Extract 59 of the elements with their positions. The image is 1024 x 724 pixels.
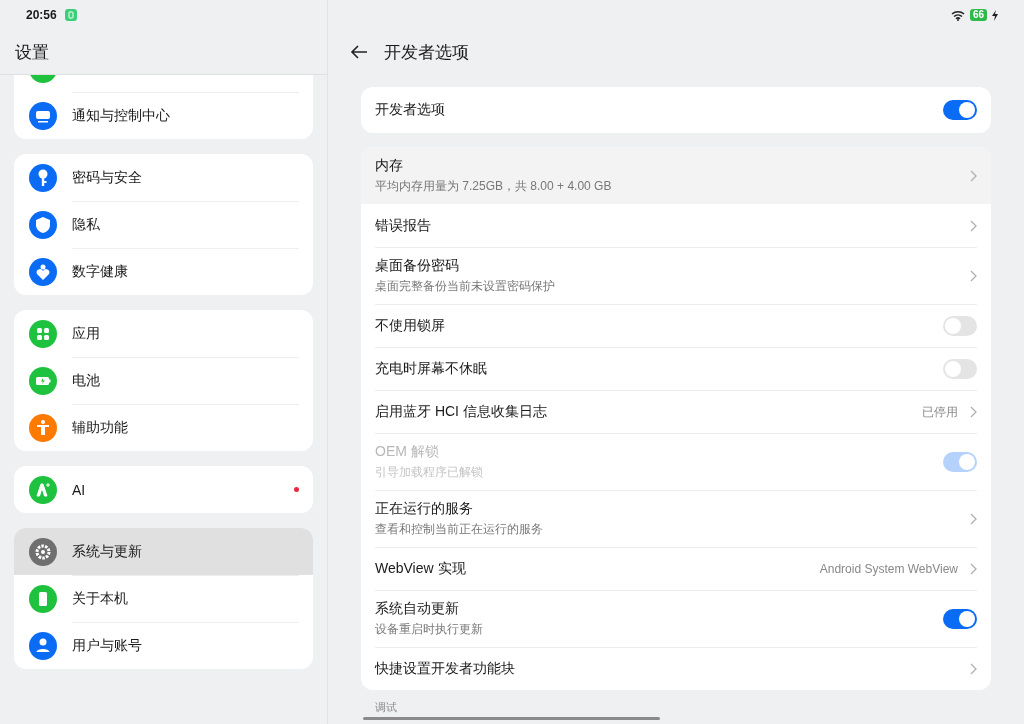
settings-icon <box>29 537 57 566</box>
row-subtitle: 设备重启时执行更新 <box>375 621 484 638</box>
sidebar-item[interactable]: 系统与更新 <box>14 528 313 575</box>
heart-person-icon <box>29 257 57 286</box>
toggle-switch[interactable] <box>943 609 977 629</box>
sidebar-item[interactable]: 隐私 <box>14 201 313 248</box>
row-title: 开发者选项 <box>375 101 446 119</box>
phone-icon <box>29 584 57 613</box>
sidebar-title: 设置 <box>15 41 49 64</box>
chevron-right-icon <box>970 563 977 575</box>
sidebar-item[interactable]: 密码与安全 <box>14 154 313 201</box>
row-title: 启用蓝牙 HCI 信息收集日志 <box>375 403 548 421</box>
row-title: OEM 解锁 <box>375 443 440 461</box>
wifi-icon <box>950 9 965 21</box>
message-card-icon <box>29 101 57 130</box>
row-title: 内存 <box>375 156 404 175</box>
row-subtitle: 查看和控制当前正在运行的服务 <box>375 521 544 538</box>
sidebar-item[interactable]: 应用 <box>14 310 313 357</box>
row-subtitle: 桌面完整备份当前未设置密码保护 <box>375 278 556 295</box>
sidebar-item[interactable]: AI <box>14 466 313 513</box>
toggle-switch[interactable] <box>943 359 977 379</box>
grid-icon <box>29 319 57 348</box>
user-icon <box>29 631 57 660</box>
clock: 20:56 <box>26 8 57 22</box>
person-icon <box>29 413 57 442</box>
row-subtitle: 平均内存用量为 7.25GB，共 8.00 + 4.00 GB <box>375 177 613 195</box>
shield-icon <box>29 210 57 239</box>
row-value: Android System WebView <box>819 562 958 576</box>
back-arrow-icon[interactable] <box>350 45 368 59</box>
key-icon <box>29 163 57 192</box>
chevron-right-icon <box>970 169 977 182</box>
sidebar-item[interactable]: 辅助功能 <box>14 404 313 451</box>
section-header: 调试 <box>374 700 398 715</box>
chevron-right-icon <box>970 513 977 525</box>
toggle-switch[interactable] <box>943 100 977 120</box>
row-title: 快捷设置开发者功能块 <box>375 660 516 678</box>
ai-sparkle-icon <box>29 475 57 504</box>
sidebar-item[interactable]: 数字健康 <box>14 248 313 295</box>
row-title: WebView 实现 <box>375 560 467 578</box>
row-title: 系统自动更新 <box>375 600 460 618</box>
row-title: 充电时屏幕不休眠 <box>375 360 488 378</box>
row-title: 桌面备份密码 <box>375 257 460 275</box>
row-title: 正在运行的服务 <box>375 500 474 518</box>
row-title: 不使用锁屏 <box>375 317 446 335</box>
row-value: 已停用 <box>922 403 958 421</box>
sidebar-item[interactable]: 关于本机 <box>14 575 313 622</box>
sidebar-item[interactable]: 通知与控制中心 <box>14 92 313 139</box>
battery-icon <box>29 366 57 395</box>
page-title: 开发者选项 <box>384 41 469 64</box>
chevron-right-icon <box>970 270 977 282</box>
row-title: 错误报告 <box>375 216 432 235</box>
battery-level: 66 <box>969 9 987 21</box>
chevron-right-icon <box>970 219 977 232</box>
battery-saver-icon <box>64 9 77 21</box>
chevron-right-icon <box>970 406 977 418</box>
toggle-switch[interactable] <box>943 316 977 336</box>
sidebar-item[interactable]: 用户与账号 <box>14 622 313 669</box>
chevron-right-icon <box>970 663 977 675</box>
sidebar-item[interactable]: 电池 <box>14 357 313 404</box>
